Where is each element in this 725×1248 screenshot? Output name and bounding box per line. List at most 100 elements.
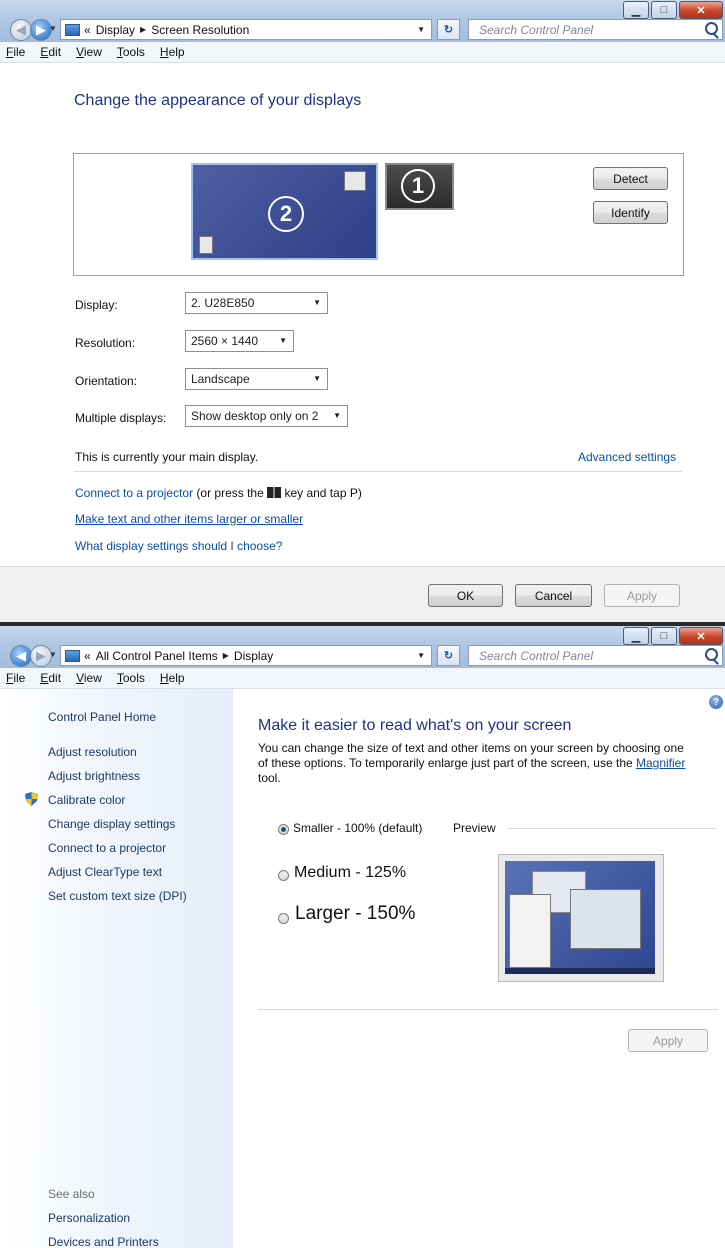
control-panel-icon <box>65 23 80 36</box>
address-dropdown-icon[interactable]: ▼ <box>417 25 425 34</box>
radio-larger[interactable] <box>278 913 289 924</box>
sidebar-item-adjust-resolution[interactable]: Adjust resolution <box>48 745 137 759</box>
preview-separator <box>507 828 717 829</box>
chevron-down-icon: ▼ <box>333 411 341 420</box>
magnifier-link[interactable]: Magnifier <box>636 756 685 770</box>
option-medium-label[interactable]: Medium - 125% <box>294 864 406 882</box>
resolution-select[interactable]: 2560 × 1440 ▼ <box>185 330 294 352</box>
radio-medium[interactable] <box>278 870 289 881</box>
orientation-select[interactable]: Landscape ▼ <box>185 368 328 390</box>
display-settings-help-link[interactable]: What display settings should I choose? <box>75 539 282 553</box>
orientation-label: Orientation: <box>75 374 138 388</box>
search-icon[interactable] <box>705 648 718 661</box>
breadcrumb-display[interactable]: Display <box>234 649 273 663</box>
maximize-button[interactable]: □ <box>651 1 677 19</box>
menu-help[interactable]: Help <box>160 45 185 59</box>
menu-edit[interactable]: Edit <box>40 45 61 59</box>
refresh-icon: ↻ <box>443 24 454 36</box>
search-input[interactable]: Search Control Panel <box>468 645 723 666</box>
search-placeholder: Search Control Panel <box>479 648 594 663</box>
breadcrumb-arrow-icon[interactable]: ▶ <box>140 25 146 34</box>
preview-image <box>498 854 664 982</box>
back-button[interactable]: ◀ <box>10 645 32 667</box>
see-also-personalization[interactable]: Personalization <box>48 1211 130 1225</box>
apply-button[interactable]: Apply <box>604 584 680 607</box>
description-line-2: of these options. To temporarily enlarge… <box>258 756 685 771</box>
page-title: Change the appearance of your displays <box>74 92 362 109</box>
description-line-1: You can change the size of text and othe… <box>258 741 684 755</box>
caption-buttons: ▁ □ ✕ <box>621 627 723 645</box>
monitor-1[interactable]: 1 <box>385 163 454 210</box>
monitor-2[interactable]: 2 <box>191 163 378 260</box>
content-area: Change the appearance of your displays 2… <box>0 63 725 622</box>
sidebar-item-connect-projector[interactable]: Connect to a projector <box>48 841 166 855</box>
breadcrumb-prefix[interactable]: « <box>84 23 91 37</box>
address-bar[interactable]: « Display ▶ Screen Resolution ▼ <box>60 19 432 40</box>
history-dropdown-icon[interactable]: ▼ <box>49 650 57 659</box>
breadcrumb-display[interactable]: Display <box>96 23 135 37</box>
display-label: Display: <box>75 298 118 312</box>
taskbar-thumbnail-icon <box>199 236 213 254</box>
close-button[interactable]: ✕ <box>679 1 723 19</box>
menu-tools[interactable]: Tools <box>117 45 145 59</box>
content-area: Control Panel Home Adjust resolution Adj… <box>0 689 725 1248</box>
chevron-down-icon: ▼ <box>279 336 287 345</box>
menu-edit[interactable]: Edit <box>40 671 61 685</box>
option-larger-label[interactable]: Larger - 150% <box>295 903 415 925</box>
identify-button[interactable]: Identify <box>593 201 668 224</box>
apply-label: Apply <box>652 1033 684 1048</box>
history-dropdown-icon[interactable]: ▼ <box>49 24 57 33</box>
refresh-button[interactable]: ↻ <box>437 19 460 40</box>
monitor-1-number: 1 <box>401 169 435 203</box>
forward-arrow-icon: ▶ <box>36 22 46 37</box>
advanced-settings-link[interactable]: Advanced settings <box>578 450 676 464</box>
help-icon[interactable]: ? <box>709 695 723 709</box>
description-line-3: tool. <box>258 771 281 785</box>
detect-button[interactable]: Detect <box>593 167 668 190</box>
breadcrumb-screen-resolution[interactable]: Screen Resolution <box>151 23 249 37</box>
connect-projector-link[interactable]: Connect to a projector <box>75 486 193 500</box>
bottom-separator <box>258 1009 718 1010</box>
minimize-button[interactable]: ▁ <box>623 627 649 645</box>
shield-icon <box>25 792 38 806</box>
see-also-devices-printers[interactable]: Devices and Printers <box>48 1235 159 1248</box>
menu-help[interactable]: Help <box>160 671 185 685</box>
control-panel-home-link[interactable]: Control Panel Home <box>48 710 156 724</box>
radio-smaller[interactable] <box>278 824 289 835</box>
menu-file[interactable]: File <box>6 45 25 59</box>
apply-button[interactable]: Apply <box>628 1029 708 1052</box>
projector-text-end: key and tap P) <box>281 486 362 500</box>
larger-text-link[interactable]: Make text and other items larger or smal… <box>75 512 303 526</box>
display-select[interactable]: 2. U28E850 ▼ <box>185 292 328 314</box>
sidebar-item-adjust-brightness[interactable]: Adjust brightness <box>48 769 140 783</box>
ok-button[interactable]: OK <box>428 584 503 607</box>
back-button[interactable]: ◀ <box>10 19 32 41</box>
minimize-button[interactable]: ▁ <box>623 1 649 19</box>
search-icon[interactable] <box>705 22 718 35</box>
close-button[interactable]: ✕ <box>679 627 723 645</box>
breadcrumb-prefix[interactable]: « <box>84 649 91 663</box>
address-dropdown-icon[interactable]: ▼ <box>417 651 425 660</box>
sidebar-item-adjust-cleartype[interactable]: Adjust ClearType text <box>48 865 162 879</box>
preview-label: Preview <box>453 821 496 835</box>
sidebar-item-change-display-settings[interactable]: Change display settings <box>48 817 175 831</box>
option-smaller-label[interactable]: Smaller - 100% (default) <box>293 821 422 835</box>
maximize-button[interactable]: □ <box>651 627 677 645</box>
sidebar-item-custom-text-size[interactable]: Set custom text size (DPI) <box>48 889 187 903</box>
address-bar[interactable]: « All Control Panel Items ▶ Display ▼ <box>60 645 432 666</box>
monitor-2-number: 2 <box>268 196 304 232</box>
refresh-icon: ↻ <box>443 650 454 662</box>
left-navigation-pane: Control Panel Home Adjust resolution Adj… <box>0 689 233 1248</box>
multiple-displays-select[interactable]: Show desktop only on 2 ▼ <box>185 405 348 427</box>
breadcrumb-arrow-icon[interactable]: ▶ <box>223 651 229 660</box>
breadcrumb-all-items[interactable]: All Control Panel Items <box>96 649 218 663</box>
search-input[interactable]: Search Control Panel <box>468 19 723 40</box>
menu-tools[interactable]: Tools <box>117 671 145 685</box>
control-panel-icon <box>65 649 80 662</box>
menu-view[interactable]: View <box>76 45 102 59</box>
menu-view[interactable]: View <box>76 671 102 685</box>
sidebar-item-calibrate-color[interactable]: Calibrate color <box>48 793 125 807</box>
refresh-button[interactable]: ↻ <box>437 645 460 666</box>
menu-file[interactable]: File <box>6 671 25 685</box>
cancel-button[interactable]: Cancel <box>515 584 592 607</box>
